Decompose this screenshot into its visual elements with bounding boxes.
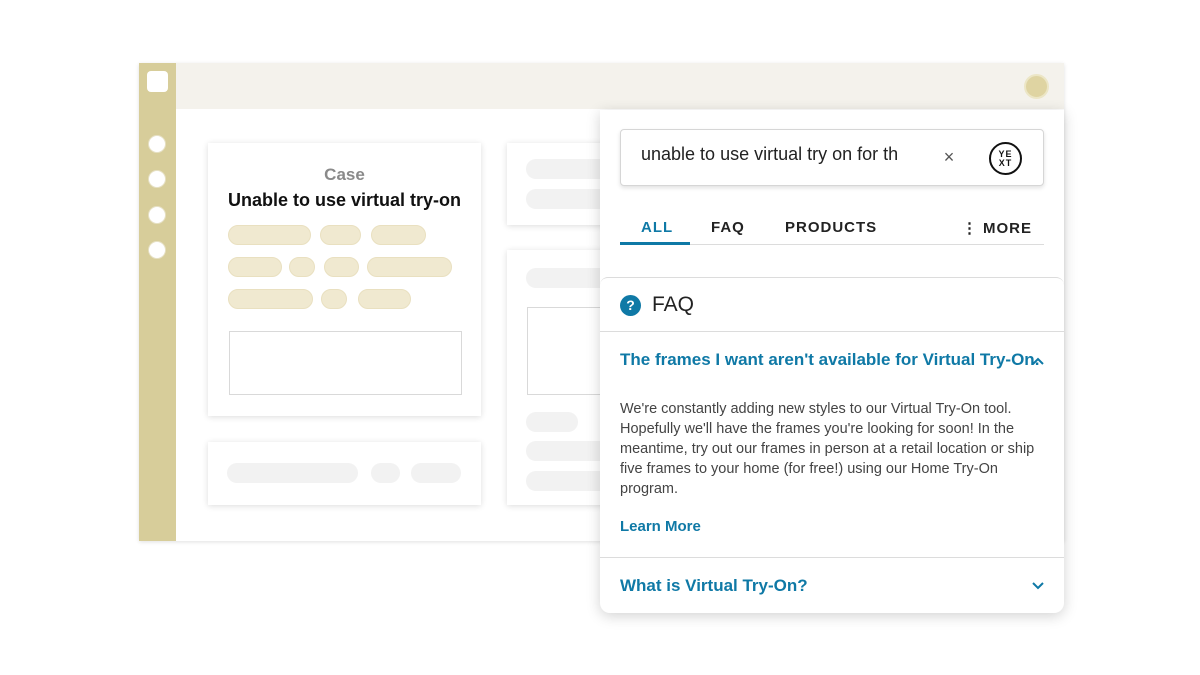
placeholder-pill [320, 225, 361, 245]
sidebar-nav-icon[interactable] [148, 170, 166, 188]
placeholder-card [208, 442, 481, 505]
case-text-area[interactable] [229, 331, 462, 395]
clear-icon[interactable]: × [939, 147, 959, 167]
placeholder-pill [358, 289, 411, 309]
case-title: Unable to use virtual try-on [227, 190, 462, 210]
faq-question-2[interactable]: What is Virtual Try-On? [620, 576, 808, 596]
avatar[interactable] [1024, 74, 1049, 99]
app-topbar [139, 63, 1064, 109]
divider [600, 331, 1064, 332]
placeholder-pill [411, 463, 461, 483]
logo-text-bottom: XT [998, 158, 1013, 168]
sidebar-home-icon[interactable] [147, 71, 168, 92]
sidebar-nav-icon[interactable] [148, 241, 166, 259]
sidebar-nav-icon[interactable] [148, 206, 166, 224]
faq-section-title: FAQ [652, 293, 695, 316]
chevron-up-icon[interactable] [1031, 354, 1045, 368]
faq-question-1[interactable]: The frames I want aren't available for V… [620, 350, 1039, 370]
active-tab-indicator [620, 242, 690, 245]
faq-section: ? FAQ The frames I want aren't available… [600, 277, 1064, 613]
app-sidebar [139, 63, 176, 541]
learn-more-link[interactable]: Learn More [620, 518, 701, 535]
divider [600, 557, 1064, 558]
yext-logo-button[interactable]: YE XT [989, 142, 1022, 175]
faq-answer-1: We're constantly adding new styles to ou… [620, 401, 1035, 497]
tab-products[interactable]: PRODUCTS [785, 219, 877, 236]
tab-more-label: MORE [983, 220, 1032, 237]
placeholder-pill [289, 257, 315, 277]
sidebar-nav-icon[interactable] [148, 135, 166, 153]
more-icon: ⋮ [962, 220, 978, 237]
placeholder-pill [228, 225, 311, 245]
search-bar: unable to use virtual try on for th × YE… [620, 129, 1044, 186]
search-input[interactable]: unable to use virtual try on for th [641, 144, 921, 172]
question-icon: ? [620, 295, 641, 316]
placeholder-pill [321, 289, 347, 309]
placeholder-box [527, 307, 607, 395]
case-label: Case [324, 165, 365, 184]
search-panel: unable to use virtual try on for th × YE… [600, 110, 1064, 613]
placeholder-pill [371, 463, 400, 483]
tab-more[interactable]: ⋮ MORE [962, 219, 1032, 237]
placeholder-pill [228, 257, 282, 277]
placeholder-pill [371, 225, 426, 245]
tab-all[interactable]: ALL [641, 219, 673, 236]
placeholder-pill [324, 257, 359, 277]
placeholder-pill [227, 463, 358, 483]
placeholder-pill [228, 289, 313, 309]
result-tabs: ALL FAQ PRODUCTS ⋮ MORE [620, 210, 1044, 245]
chevron-down-icon[interactable] [1031, 579, 1045, 593]
case-card: Case Unable to use virtual try-on [208, 143, 481, 416]
placeholder-pill [526, 412, 578, 432]
placeholder-pill [367, 257, 452, 277]
tab-faq[interactable]: FAQ [711, 219, 745, 236]
